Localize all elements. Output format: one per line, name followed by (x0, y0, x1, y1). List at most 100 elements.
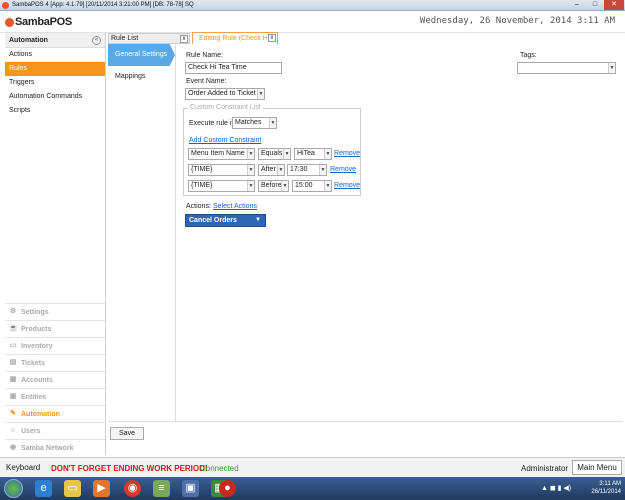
app-icon (2, 2, 9, 9)
main-menu-button[interactable]: Main Menu (572, 460, 622, 475)
module-inventory[interactable]: ▭ Inventory (5, 337, 105, 354)
tags-label: Tags: (520, 52, 537, 59)
module-tickets[interactable]: ▤ Tickets (5, 354, 105, 371)
system-clock[interactable]: 3:11 AM 26/11/2014 (591, 480, 621, 496)
chevron-down-icon: ▼ (324, 149, 331, 159)
box-icon: ▭ (9, 342, 17, 349)
logo-icon (5, 17, 14, 27)
constraint-1-operator[interactable]: Equals ▼ (258, 148, 291, 160)
notepad-icon[interactable]: ≡ (153, 480, 170, 497)
constraint-2-value[interactable]: 17:30 ▼ (287, 164, 327, 176)
chevron-down-icon: ▼ (283, 149, 290, 159)
collapse-icon[interactable]: « (92, 36, 101, 45)
current-datetime: Wednesday, 26 November, 2014 3:11 AM (419, 16, 615, 26)
chevron-down-icon: ▼ (247, 149, 254, 159)
minimize-button[interactable]: – (568, 0, 586, 10)
save-bar: Save (108, 421, 622, 455)
start-button[interactable] (4, 479, 23, 498)
sambapos-logo: SambaPOS (5, 16, 72, 28)
constraint-group-title: Custom Constraint List (188, 104, 263, 111)
sidebar-item-scripts[interactable]: Scripts (5, 104, 105, 118)
connection-status: Connected (200, 464, 239, 473)
constraint-3-value[interactable]: 15:00 ▼ (292, 180, 332, 192)
subnav-general-settings[interactable]: General Settings (108, 44, 175, 66)
close-button[interactable]: ✕ (604, 0, 624, 10)
constraint-1-remove[interactable]: Remove (334, 150, 360, 157)
execute-rule-select[interactable]: Matches ▼ (232, 117, 277, 129)
accounts-icon: ▦ (9, 376, 17, 383)
user-icon: ☺ (9, 427, 17, 434)
window-title: SambaPOS 4 [App: 4.1.79] [20/11/2014 3:2… (12, 2, 194, 8)
tab-rule-list[interactable]: Rule List x (108, 33, 190, 44)
tags-select[interactable]: ▼ (517, 62, 616, 74)
app-header: SambaPOS Wednesday, 26 November, 2014 3:… (0, 11, 625, 33)
module-settings[interactable]: ⚙ Settings (5, 303, 105, 320)
sidebar-item-actions[interactable]: Actions (5, 48, 105, 62)
subnav-mappings[interactable]: Mappings (108, 66, 175, 88)
constraint-2-operator[interactable]: After ▼ (258, 164, 285, 176)
current-user: Administrator (521, 464, 569, 473)
action-cancel-orders[interactable]: Cancel Orders ▼ (185, 214, 266, 227)
entities-icon: ▣ (9, 393, 17, 400)
module-automation[interactable]: ✎ Automation (5, 405, 105, 422)
execute-rule-label: Execute rule if (189, 120, 234, 127)
folder-icon[interactable]: ▭ (64, 480, 81, 497)
constraint-2-remove[interactable]: Remove (330, 166, 356, 173)
chevron-down-icon: ▼ (324, 181, 331, 191)
work-period-warning: DON'T FORGET ENDING WORK PERIOD! (51, 464, 208, 473)
cup-icon: ☕ (9, 325, 18, 332)
status-bar: Keyboard DON'T FORGET ENDING WORK PERIOD… (0, 457, 625, 477)
window-titlebar: SambaPOS 4 [App: 4.1.79] [20/11/2014 3:2… (0, 0, 625, 11)
chevron-down-icon: ▼ (257, 89, 264, 99)
rule-name-input[interactable]: Check Hi Tea Time (185, 62, 282, 74)
tab-editing-rule[interactable]: Editing Rule (Check Hi x (192, 32, 278, 44)
rule-subnav: General Settings Mappings (108, 44, 176, 421)
module-accounts[interactable]: ▦ Accounts (5, 371, 105, 388)
sidebar-item-automation-commands[interactable]: Automation Commands (5, 90, 105, 104)
chevron-down-icon: ▼ (247, 165, 254, 175)
chevron-down-icon: ▼ (247, 181, 254, 191)
module-users[interactable]: ☺ Users (5, 422, 105, 439)
network-icon: ◉ (9, 444, 17, 451)
constraint-1-field[interactable]: Menu Item Name ▼ (188, 148, 255, 160)
constraint-3-operator[interactable]: Before ▼ (258, 180, 289, 192)
chrome-icon[interactable]: ◉ (124, 480, 141, 497)
constraint-3-remove[interactable]: Remove (334, 182, 360, 189)
media-player-icon[interactable]: ▶ (93, 480, 110, 497)
module-list: ⚙ Settings ☕ Products ▭ Inventory ▤ Tickets … (5, 303, 105, 456)
gear-icon: ⚙ (9, 308, 17, 315)
save-button[interactable]: Save (110, 427, 144, 440)
chevron-down-icon: ▼ (281, 181, 288, 191)
image-viewer-icon[interactable]: ▣ (182, 480, 199, 497)
chevron-down-icon: ▼ (608, 63, 615, 73)
sidebar-item-triggers[interactable]: Triggers (5, 76, 105, 90)
select-actions-link[interactable]: Select Actions (213, 203, 257, 210)
module-entities[interactable]: ▣ Entities (5, 388, 105, 405)
windows-taskbar: e ▭ ▶ ◉ ≡ ▣ ▦ ● ▲ ◼ ▮ ◀) 3:11 AM 26/11/2… (0, 477, 625, 500)
chevron-down-icon: ▼ (269, 118, 276, 128)
constraint-2-field[interactable]: {TIME} ▼ (188, 164, 255, 176)
close-rule-list-icon[interactable]: x (180, 35, 188, 43)
ticket-icon: ▤ (9, 359, 17, 366)
rule-name-label: Rule Name: (186, 52, 223, 59)
sidebar-header: Automation « (5, 33, 105, 48)
chevron-down-icon: ▼ (255, 217, 261, 223)
add-custom-constraint-link[interactable]: Add Custom Constraint (189, 137, 261, 144)
close-editing-tab-icon[interactable]: x (268, 34, 276, 42)
constraint-1-value[interactable]: HiTea ▼ (294, 148, 332, 160)
chevron-down-icon: ▼ (319, 165, 326, 175)
event-name-label: Event Name: (186, 78, 227, 85)
chevron-down-icon: ▼ (277, 165, 284, 175)
constraint-3-field[interactable]: {TIME} ▼ (188, 180, 255, 192)
sambapos-taskbar-icon[interactable]: ● (219, 480, 236, 497)
actions-label: Actions: (186, 203, 211, 210)
keyboard-button[interactable]: Keyboard (6, 463, 40, 472)
maximize-button[interactable]: □ (586, 0, 604, 10)
module-samba-network[interactable]: ◉ Samba Network (5, 439, 105, 456)
module-products[interactable]: ☕ Products (5, 320, 105, 337)
sidebar-item-rules[interactable]: Rules (5, 62, 105, 76)
ie-icon[interactable]: e (35, 480, 52, 497)
pencil-icon: ✎ (10, 410, 16, 417)
event-name-select[interactable]: Order Added to Ticket ▼ (185, 88, 265, 100)
tray-icons[interactable]: ▲ ◼ ▮ ◀) (541, 484, 571, 492)
